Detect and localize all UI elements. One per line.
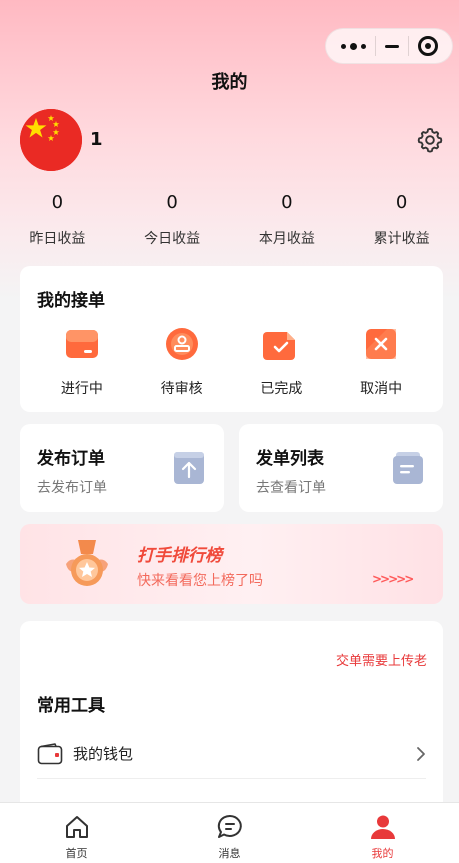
order-pending-review[interactable]: 待审核: [137, 326, 227, 398]
ranking-arrows: >>>>>: [372, 572, 414, 586]
tab-messages[interactable]: 消息: [153, 803, 306, 863]
order-list-subtitle: 去查看订单: [256, 480, 326, 496]
message-icon: [217, 814, 242, 838]
ranking-banner[interactable]: 打手排行榜 快来看看您上榜了吗 >>>>>: [20, 524, 443, 604]
tools-card: 交单需要上传老 常用工具 我的钱包: [20, 621, 443, 821]
username: 1: [90, 129, 103, 150]
avatar[interactable]: [20, 109, 82, 171]
page-title: 我的: [211, 72, 248, 93]
home-icon: [65, 816, 88, 838]
my-orders-card: 我的接单 进行中 待审核 已完成 取消中: [20, 266, 443, 412]
publish-order-title: 发布订单: [37, 449, 105, 469]
order-in-progress[interactable]: 进行中: [37, 326, 127, 398]
wallet-icon: [37, 742, 63, 764]
tool-item-label: 我的钱包: [73, 745, 134, 763]
upload-document-icon: [174, 452, 204, 484]
mini-program-capsule: [325, 28, 453, 64]
order-list-card[interactable]: 发单列表 去查看订单: [239, 424, 443, 512]
stat-today[interactable]: 0 今日收益: [115, 190, 230, 248]
completed-icon: [263, 332, 296, 360]
close-icon[interactable]: [417, 36, 438, 56]
upload-notice[interactable]: 交单需要上传老: [336, 650, 427, 669]
medal-icon: [66, 540, 108, 586]
my-orders-title: 我的接单: [37, 291, 105, 311]
earnings-stats: 0 昨日收益 0 今日收益 0 本月收益 0 累计收益: [0, 190, 459, 248]
bottom-tabbar: 首页 消息 我的: [0, 802, 459, 863]
china-flag-icon: [20, 109, 82, 171]
order-cancelling[interactable]: 取消中: [336, 326, 426, 398]
order-completed[interactable]: 已完成: [236, 326, 326, 398]
profile-icon: [370, 815, 395, 839]
chevron-right-icon: [417, 746, 425, 761]
stat-total[interactable]: 0 累计收益: [344, 190, 459, 248]
tool-item-wallet[interactable]: 我的钱包: [37, 729, 426, 779]
tab-profile[interactable]: 我的: [306, 803, 459, 863]
order-list-title: 发单列表: [256, 449, 324, 469]
publish-order-card[interactable]: 发布订单 去发布订单: [20, 424, 224, 512]
more-icon[interactable]: [340, 42, 366, 50]
publish-order-subtitle: 去发布订单: [37, 480, 107, 496]
in-progress-icon: [65, 330, 98, 358]
document-list-icon: [393, 452, 423, 484]
stat-month[interactable]: 0 本月收益: [230, 190, 345, 248]
ranking-title: 打手排行榜: [137, 546, 222, 566]
ranking-subtitle: 快来看看您上榜了吗: [137, 573, 263, 589]
tools-title: 常用工具: [37, 696, 105, 716]
stat-yesterday[interactable]: 0 昨日收益: [0, 190, 115, 248]
settings-gear-icon[interactable]: [416, 126, 444, 154]
pending-review-icon: [165, 328, 198, 360]
cancelling-icon: [366, 329, 397, 359]
tab-home[interactable]: 首页: [0, 803, 153, 863]
minimize-icon[interactable]: [384, 44, 399, 48]
